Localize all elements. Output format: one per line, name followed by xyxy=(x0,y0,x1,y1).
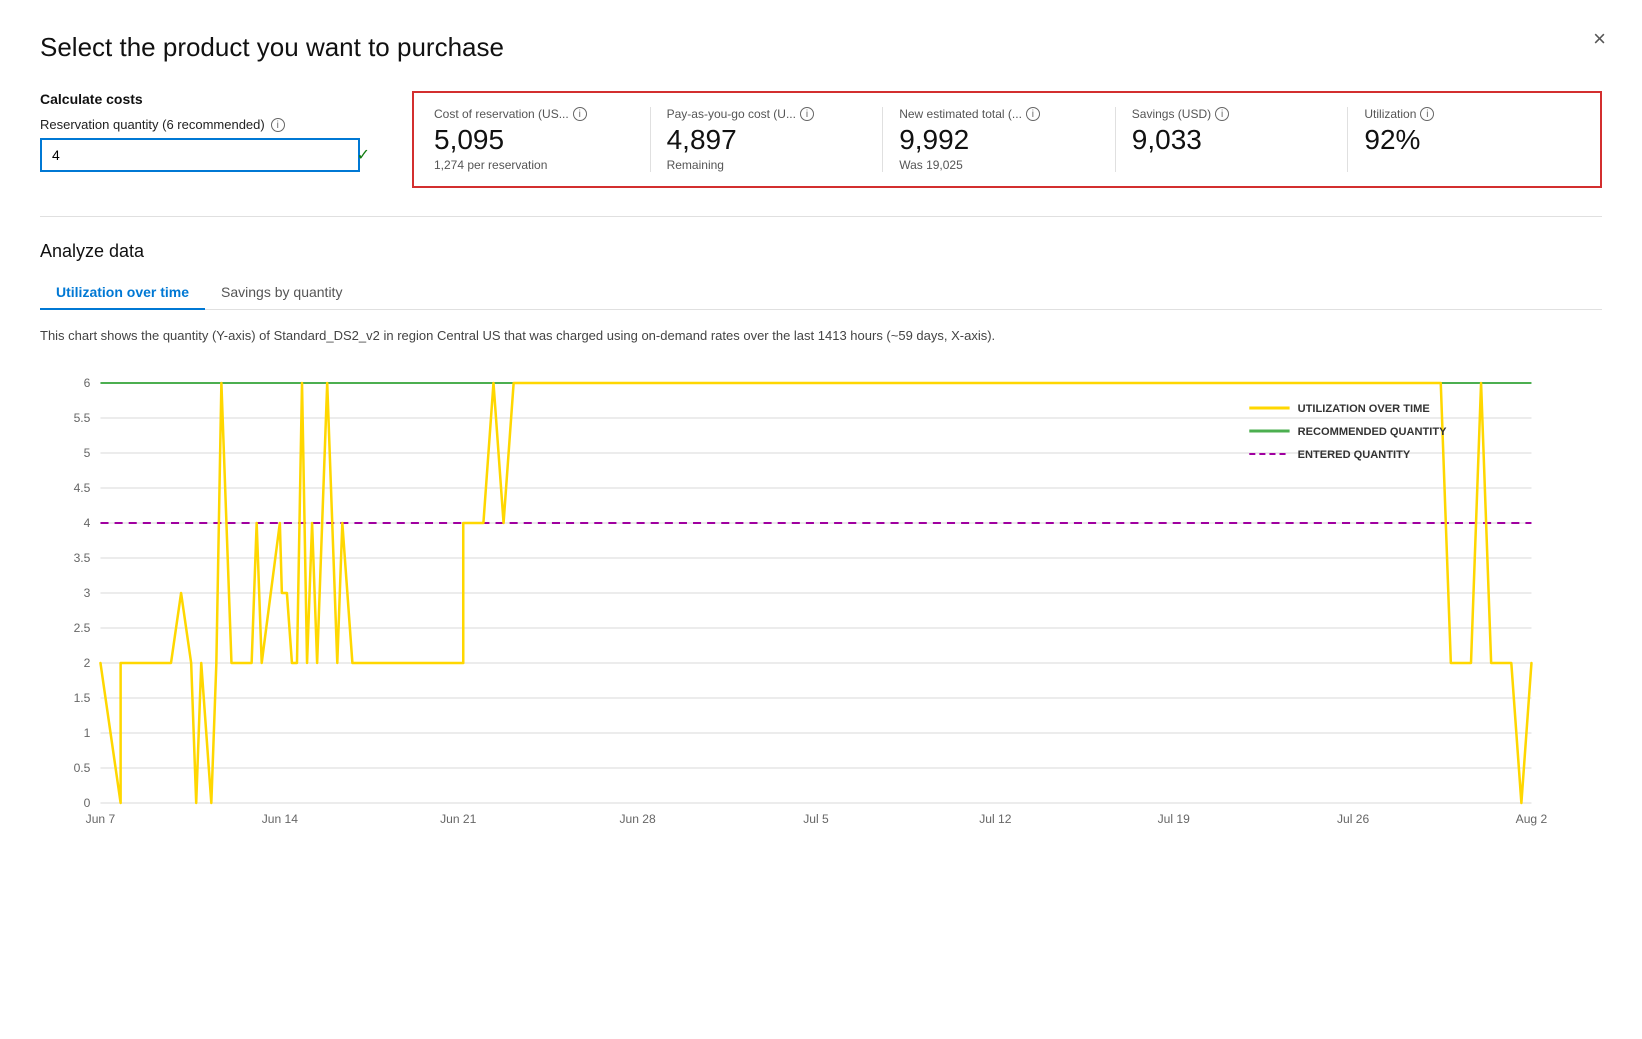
metric-value-1: 4,897 xyxy=(667,125,867,156)
metrics-panel: Cost of reservation (US... i 5,095 1,274… xyxy=(412,91,1602,188)
svg-text:Jun 7: Jun 7 xyxy=(86,812,116,826)
divider xyxy=(40,216,1602,217)
svg-text:3.5: 3.5 xyxy=(74,551,91,565)
svg-text:Jul 19: Jul 19 xyxy=(1158,812,1191,826)
tab-savings[interactable]: Savings by quantity xyxy=(205,276,358,310)
svg-text:1: 1 xyxy=(84,726,91,740)
input-check-icon: ✓ xyxy=(357,145,370,165)
metric-info-icon-1[interactable]: i xyxy=(800,107,814,121)
metric-label-2: New estimated total (... i xyxy=(899,107,1099,121)
tabs: Utilization over time Savings by quantit… xyxy=(40,276,1602,310)
metric-item-2: New estimated total (... i 9,992 Was 19,… xyxy=(883,107,1116,172)
svg-text:6: 6 xyxy=(84,376,91,390)
svg-text:Aug 2: Aug 2 xyxy=(1516,812,1548,826)
section-title: Calculate costs xyxy=(40,91,380,107)
svg-text:4.5: 4.5 xyxy=(74,481,91,495)
metric-label-3: Savings (USD) i xyxy=(1132,107,1332,121)
svg-text:4: 4 xyxy=(84,516,91,530)
metric-value-3: 9,033 xyxy=(1132,125,1332,156)
svg-text:5: 5 xyxy=(84,446,91,460)
svg-text:Jun 14: Jun 14 xyxy=(262,812,299,826)
metric-item-0: Cost of reservation (US... i 5,095 1,274… xyxy=(434,107,651,172)
svg-text:2: 2 xyxy=(84,656,91,670)
svg-text:Jul 26: Jul 26 xyxy=(1337,812,1370,826)
metric-label-4: Utilization i xyxy=(1364,107,1564,121)
top-section: Calculate costs Reservation quantity (6 … xyxy=(40,91,1602,188)
tab-utilization[interactable]: Utilization over time xyxy=(40,276,205,310)
analyze-title: Analyze data xyxy=(40,241,1602,262)
svg-text:5.5: 5.5 xyxy=(74,411,91,425)
chart-description: This chart shows the quantity (Y-axis) o… xyxy=(40,326,1602,346)
svg-text:3: 3 xyxy=(84,586,91,600)
chart-area: 6 5.5 5 4.5 4 3.5 3 2.5 2 1.5 1 0.5 0 Ju… xyxy=(40,363,1602,843)
metric-value-4: 92% xyxy=(1364,125,1564,156)
metric-label-0: Cost of reservation (US... i xyxy=(434,107,634,121)
metric-value-2: 9,992 xyxy=(899,125,1099,156)
svg-text:2.5: 2.5 xyxy=(74,621,91,635)
svg-text:Jun 21: Jun 21 xyxy=(440,812,477,826)
svg-text:Jul 12: Jul 12 xyxy=(979,812,1012,826)
svg-text:1.5: 1.5 xyxy=(74,691,91,705)
svg-text:0: 0 xyxy=(84,796,91,810)
close-button[interactable]: × xyxy=(1593,28,1606,50)
chart-svg: 6 5.5 5 4.5 4 3.5 3 2.5 2 1.5 1 0.5 0 Ju… xyxy=(40,363,1602,843)
svg-text:UTILIZATION OVER TIME: UTILIZATION OVER TIME xyxy=(1298,403,1430,415)
page-title: Select the product you want to purchase xyxy=(40,32,1602,63)
metric-label-1: Pay-as-you-go cost (U... i xyxy=(667,107,867,121)
input-wrapper: ✓ xyxy=(40,138,380,172)
reservation-quantity-input[interactable] xyxy=(40,138,360,172)
metric-sub-1: Remaining xyxy=(667,158,867,172)
svg-text:0.5: 0.5 xyxy=(74,761,91,775)
svg-text:ENTERED QUANTITY: ENTERED QUANTITY xyxy=(1298,449,1411,461)
svg-text:RECOMMENDED QUANTITY: RECOMMENDED QUANTITY xyxy=(1298,426,1448,438)
svg-text:Jun 28: Jun 28 xyxy=(619,812,656,826)
metric-info-icon-4[interactable]: i xyxy=(1420,107,1434,121)
metric-info-icon-3[interactable]: i xyxy=(1215,107,1229,121)
input-label: Reservation quantity (6 recommended) i xyxy=(40,117,380,132)
analyze-section: Analyze data Utilization over time Savin… xyxy=(40,241,1602,844)
reservation-qty-info-icon[interactable]: i xyxy=(271,118,285,132)
metric-item-1: Pay-as-you-go cost (U... i 4,897 Remaini… xyxy=(651,107,884,172)
metric-sub-2: Was 19,025 xyxy=(899,158,1099,172)
metric-item-3: Savings (USD) i 9,033 xyxy=(1116,107,1349,172)
metric-sub-0: 1,274 per reservation xyxy=(434,158,634,172)
metric-info-icon-2[interactable]: i xyxy=(1026,107,1040,121)
metric-item-4: Utilization i 92% xyxy=(1348,107,1580,172)
left-panel: Calculate costs Reservation quantity (6 … xyxy=(40,91,380,172)
metric-value-0: 5,095 xyxy=(434,125,634,156)
metric-info-icon-0[interactable]: i xyxy=(573,107,587,121)
svg-text:Jul 5: Jul 5 xyxy=(803,812,829,826)
